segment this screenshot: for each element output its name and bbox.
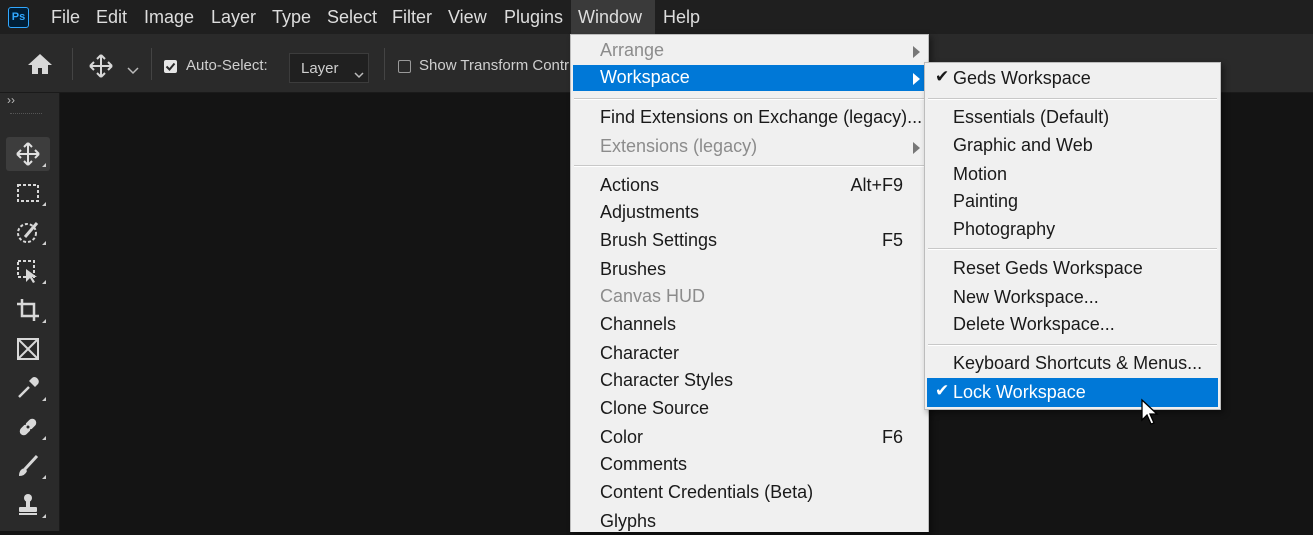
menu-item-content-credentials[interactable]: Content Credentials (Beta) bbox=[573, 480, 926, 506]
workspace-submenu-dropdown: ✔ Geds Workspace Essentials (Default) Gr… bbox=[924, 62, 1221, 410]
menu-select[interactable]: Select bbox=[320, 0, 384, 34]
menu-item-brush-settings[interactable]: Brush Settings F5 bbox=[573, 228, 926, 254]
menu-item-comments[interactable]: Comments bbox=[573, 452, 926, 478]
show-transform-controls-checkbox[interactable] bbox=[398, 60, 411, 73]
show-transform-controls-label: Show Transform Contr bbox=[419, 57, 570, 74]
mouse-pointer-icon bbox=[1140, 398, 1160, 431]
menu-item-motion[interactable]: Motion bbox=[927, 162, 1218, 188]
menu-item-arrange[interactable]: Arrange bbox=[573, 38, 926, 64]
shortcut-text: F6 bbox=[881, 427, 903, 447]
menu-item-actions[interactable]: Actions Alt+F9 bbox=[573, 173, 926, 199]
menu-item-color[interactable]: Color F6 bbox=[573, 425, 926, 451]
menu-item-photography[interactable]: Photography bbox=[927, 217, 1218, 243]
tools-panel: ›› bbox=[0, 93, 60, 531]
photoshop-logo: Ps bbox=[8, 7, 29, 28]
menu-separator bbox=[574, 165, 925, 167]
menu-help[interactable]: Help bbox=[656, 0, 707, 34]
menu-item-character[interactable]: Character bbox=[573, 341, 926, 367]
menu-window[interactable]: Window bbox=[571, 0, 655, 34]
auto-select-checkbox[interactable] bbox=[164, 60, 177, 73]
menu-item-workspace[interactable]: Workspace bbox=[573, 65, 926, 91]
menu-bar: Ps File Edit Image Layer Type Select Fil… bbox=[0, 0, 1313, 34]
menu-plugins[interactable]: Plugins bbox=[497, 0, 570, 34]
menu-filter[interactable]: Filter bbox=[385, 0, 439, 34]
menu-item-essentials[interactable]: Essentials (Default) bbox=[927, 105, 1218, 131]
menu-item-character-styles[interactable]: Character Styles bbox=[573, 368, 926, 394]
shortcut-text: F5 bbox=[881, 230, 903, 250]
brush-tool-icon[interactable] bbox=[6, 449, 50, 483]
frame-tool-icon[interactable] bbox=[6, 332, 50, 366]
menu-edit[interactable]: Edit bbox=[89, 0, 134, 34]
chevron-down-icon bbox=[354, 66, 364, 84]
checkmark-icon: ✔ bbox=[935, 381, 950, 400]
eyedropper-tool-icon[interactable] bbox=[6, 371, 50, 405]
menu-item-find-extensions[interactable]: Find Extensions on Exchange (legacy)... bbox=[573, 105, 926, 131]
menu-view[interactable]: View bbox=[441, 0, 494, 34]
menu-item-delete-workspace[interactable]: Delete Workspace... bbox=[927, 312, 1218, 338]
menu-item-glyphs[interactable]: Glyphs bbox=[573, 509, 926, 535]
menu-item-channels[interactable]: Channels bbox=[573, 312, 926, 338]
collapse-panel-icon[interactable]: ›› bbox=[7, 93, 15, 107]
frame-select-tool-icon[interactable] bbox=[6, 254, 50, 288]
menu-item-clone-source[interactable]: Clone Source bbox=[573, 396, 926, 422]
object-selection-tool-icon[interactable] bbox=[6, 215, 50, 249]
menu-separator bbox=[928, 248, 1217, 250]
menu-type[interactable]: Type bbox=[265, 0, 318, 34]
checkmark-icon: ✔ bbox=[935, 67, 950, 86]
menu-layer[interactable]: Layer bbox=[204, 0, 263, 34]
auto-select-target-dropdown[interactable]: Layer bbox=[289, 53, 369, 83]
rectangular-marquee-tool-icon[interactable] bbox=[6, 176, 50, 210]
menu-item-geds-workspace[interactable]: ✔ Geds Workspace bbox=[927, 66, 1218, 92]
menu-item-new-workspace[interactable]: New Workspace... bbox=[927, 285, 1218, 311]
menu-separator bbox=[928, 98, 1217, 100]
menu-separator bbox=[928, 344, 1217, 346]
menu-image[interactable]: Image bbox=[137, 0, 201, 34]
move-tool-preset-icon[interactable] bbox=[88, 53, 114, 84]
separator bbox=[72, 48, 73, 80]
menu-file[interactable]: File bbox=[44, 0, 87, 34]
menu-item-painting[interactable]: Painting bbox=[927, 189, 1218, 215]
window-menu-dropdown: Arrange Workspace Find Extensions on Exc… bbox=[570, 34, 929, 532]
menu-item-adjustments[interactable]: Adjustments bbox=[573, 200, 926, 226]
submenu-arrow-icon bbox=[913, 73, 920, 85]
submenu-arrow-icon bbox=[913, 142, 920, 154]
submenu-arrow-icon bbox=[913, 46, 920, 58]
panel-grip[interactable] bbox=[10, 113, 42, 117]
menu-item-canvas-hud[interactable]: Canvas HUD bbox=[573, 284, 926, 310]
home-icon[interactable] bbox=[26, 52, 54, 81]
menu-item-lock-workspace[interactable]: ✔ Lock Workspace bbox=[927, 378, 1218, 407]
menu-separator bbox=[574, 98, 925, 100]
menu-item-graphic-and-web[interactable]: Graphic and Web bbox=[927, 133, 1218, 159]
shortcut-text: Alt+F9 bbox=[850, 175, 903, 195]
menu-item-keyboard-shortcuts[interactable]: Keyboard Shortcuts & Menus... bbox=[927, 351, 1218, 377]
layer-select-value: Layer bbox=[301, 60, 339, 77]
separator bbox=[384, 48, 385, 80]
crop-tool-icon[interactable] bbox=[6, 293, 50, 327]
auto-select-label: Auto-Select: bbox=[186, 57, 268, 74]
clone-stamp-tool-icon[interactable] bbox=[6, 488, 50, 522]
menu-item-brushes[interactable]: Brushes bbox=[573, 257, 926, 283]
move-tool-icon[interactable] bbox=[6, 137, 50, 171]
menu-item-reset-workspace[interactable]: Reset Geds Workspace bbox=[927, 256, 1218, 282]
menu-item-extensions-legacy[interactable]: Extensions (legacy) bbox=[573, 134, 926, 160]
spot-healing-brush-tool-icon[interactable] bbox=[6, 410, 50, 444]
separator bbox=[151, 48, 152, 80]
chevron-down-icon[interactable] bbox=[127, 62, 139, 80]
